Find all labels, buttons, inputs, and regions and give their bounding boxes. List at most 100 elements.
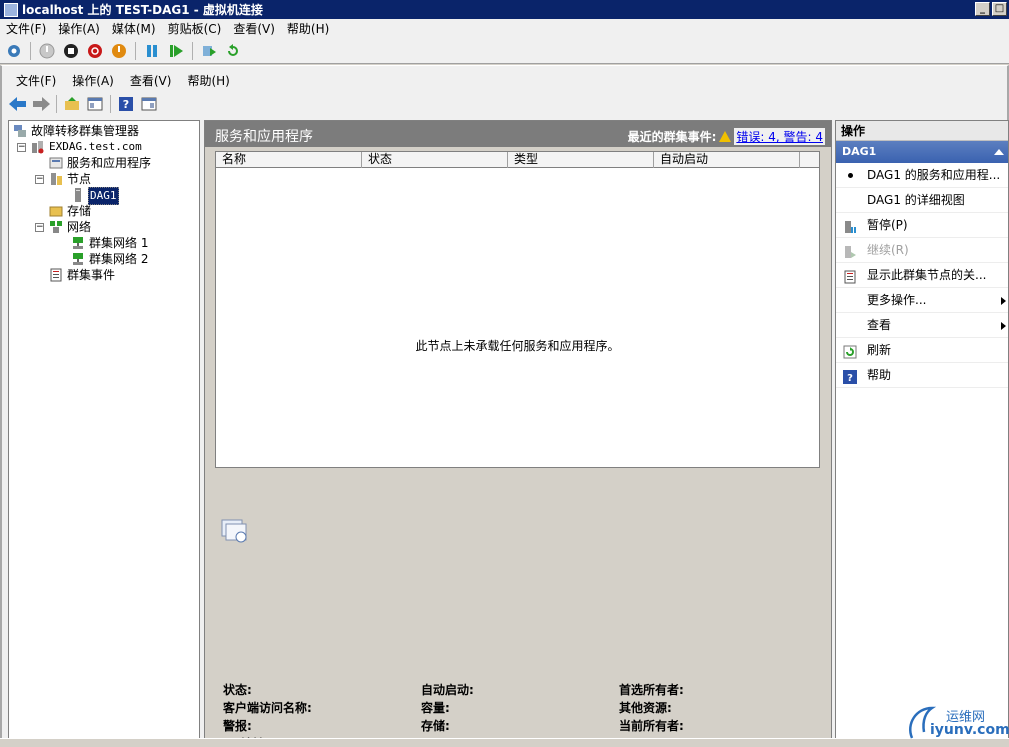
action-refresh[interactable]: 刷新 [836, 338, 1008, 363]
submenu-arrow-icon [1001, 322, 1006, 330]
pause-icon[interactable] [142, 41, 162, 61]
field-client-access-name: 客户端访问名称: [223, 701, 312, 715]
show-hide-action-pane-icon[interactable] [139, 94, 159, 114]
svg-text:?: ? [123, 98, 129, 111]
action-more-actions[interactable]: 更多操作... [836, 288, 1008, 313]
window-title: localhost 上的 TEST-DAG1 - 虚拟机连接 [22, 3, 263, 17]
tree-node-storage[interactable]: 存储 [9, 203, 199, 219]
column-name[interactable]: 名称 [216, 152, 362, 168]
vm-menu-view[interactable]: 查看(V) [227, 20, 281, 37]
actions-group-label: DAG1 [842, 145, 877, 158]
mmc-menu-bar: 文件(F) 操作(A) 查看(V) 帮助(H) [8, 70, 238, 90]
collapse-up-icon[interactable] [994, 149, 1004, 155]
warning-icon [719, 131, 732, 142]
actions-pane: 操作 DAG1 DAG1 的服务和应用程... DAG1 的详细视图 暂停(P)… [835, 120, 1009, 744]
column-auto-start[interactable]: 自动启动 [654, 152, 800, 168]
start-icon[interactable] [37, 41, 57, 61]
mmc-toolbar: ? [8, 93, 159, 115]
action-pause[interactable]: 暂停(P) [836, 213, 1008, 238]
window-title-bar[interactable]: localhost 上的 TEST-DAG1 - 虚拟机连接 _ □ [0, 0, 1009, 19]
tree-label: EXDAG.test.com [49, 140, 142, 153]
results-header: 服务和应用程序 最近的群集事件: 错误: 4, 警告: 4 [205, 121, 831, 147]
vm-menu-help[interactable]: 帮助(H) [281, 20, 335, 37]
action-label: 暂停(P) [867, 218, 908, 232]
watermark-text-2: iyunv.com [930, 722, 1009, 738]
vm-menu-file[interactable]: 文件(F) [0, 20, 52, 37]
action-show-critical-events[interactable]: 显示此群集节点的关... [836, 263, 1008, 288]
save-state-icon[interactable] [109, 41, 129, 61]
status-bar [0, 738, 1009, 747]
action-label: DAG1 的详细视图 [867, 193, 965, 207]
action-label: 继续(R) [867, 243, 909, 257]
vm-toolbar [0, 38, 1009, 64]
network-icon [71, 236, 85, 250]
recent-events-link[interactable]: 错误: 4, 警告: 4 [734, 128, 825, 145]
action-detail-view[interactable]: DAG1 的详细视图 [836, 188, 1008, 213]
field-current-owner: 当前所有者: [619, 719, 684, 733]
tree-node-nodes[interactable]: − 节点 [9, 171, 199, 187]
collapse-icon[interactable]: − [35, 223, 44, 232]
events-icon [843, 268, 857, 284]
list-header: 名称 状态 类型 自动启动 [216, 152, 819, 168]
vm-menu-action[interactable]: 操作(A) [52, 20, 106, 37]
mmc-menu-help[interactable]: 帮助(H) [179, 72, 237, 89]
actions-header: 操作 [836, 121, 1008, 141]
help-icon[interactable]: ? [116, 94, 136, 114]
mmc-menu-action[interactable]: 操作(A) [64, 72, 122, 89]
revert-icon[interactable] [223, 41, 243, 61]
service-details-icon [221, 517, 249, 545]
tree-label: 群集网络 1 [89, 236, 149, 250]
column-type[interactable]: 类型 [508, 152, 654, 168]
tree-node-services[interactable]: 服务和应用程序 [9, 155, 199, 171]
collapse-icon[interactable]: − [17, 143, 26, 152]
mmc-menu-file[interactable]: 文件(F) [8, 72, 64, 89]
events-icon [49, 268, 63, 282]
action-label: 查看 [867, 318, 892, 332]
server-icon [71, 188, 85, 202]
services-list[interactable]: 名称 状态 类型 自动启动 此节点上未承载任何服务和应用程序。 [215, 151, 820, 468]
maximize-button[interactable]: □ [992, 2, 1007, 16]
action-services-and-apps[interactable]: DAG1 的服务和应用程... [836, 163, 1008, 188]
actions-group-dag1[interactable]: DAG1 [836, 141, 1008, 163]
action-label: 更多操作... [867, 293, 927, 307]
turn-off-icon[interactable] [61, 41, 81, 61]
tree-node-root[interactable]: 故障转移群集管理器 [9, 123, 199, 139]
mmc-menu-view[interactable]: 查看(V) [122, 72, 180, 89]
action-help[interactable]: ? 帮助 [836, 363, 1008, 388]
tree-label: 故障转移群集管理器 [31, 124, 140, 138]
console-tree: 故障转移群集管理器 − EXDAG.test.com 服务和应用程序 − 节点 [8, 120, 200, 744]
cluster-manager-icon [13, 124, 27, 138]
field-preferred-owner: 首选所有者: [619, 683, 684, 697]
shutdown-icon[interactable] [85, 41, 105, 61]
tree-node-dag1[interactable]: DAG1 [9, 187, 199, 205]
vm-menu-bar: 文件(F) 操作(A) 媒体(M) 剪贴板(C) 查看(V) 帮助(H) [0, 19, 1009, 38]
tree-label: 群集网络 2 [89, 252, 149, 266]
resume-icon[interactable] [166, 41, 186, 61]
tree-node-network-2[interactable]: 群集网络 2 [9, 251, 199, 267]
up-folder-icon[interactable] [62, 94, 82, 114]
tree-label: 群集事件 [67, 268, 116, 282]
action-resume[interactable]: 继续(R) [836, 238, 1008, 263]
tree-node-network-1[interactable]: 群集网络 1 [9, 235, 199, 251]
refresh-icon [843, 343, 857, 359]
tree-node-networks[interactable]: − 网络 [9, 219, 199, 235]
tree-label: 网络 [67, 220, 92, 234]
vm-menu-clipboard[interactable]: 剪贴板(C) [162, 20, 228, 37]
watermark-logo: 运维网 iyunv.com [904, 700, 1009, 744]
ctrl-alt-del-icon[interactable] [4, 41, 24, 61]
column-status[interactable]: 状态 [362, 152, 508, 168]
action-view[interactable]: 查看 [836, 313, 1008, 338]
minimize-button[interactable]: _ [975, 2, 990, 16]
results-pane: 服务和应用程序 最近的群集事件: 错误: 4, 警告: 4 名称 状态 类型 自… [204, 120, 832, 747]
vm-menu-media[interactable]: 媒体(M) [106, 20, 162, 37]
network-icon [71, 252, 85, 266]
show-hide-tree-icon[interactable] [85, 94, 105, 114]
snapshot-icon[interactable] [199, 41, 219, 61]
tree-node-events[interactable]: 群集事件 [9, 267, 199, 283]
page-title: 服务和应用程序 [215, 129, 313, 145]
back-arrow-icon[interactable] [8, 94, 28, 114]
tree-node-cluster[interactable]: − EXDAG.test.com [9, 139, 199, 155]
forward-arrow-icon[interactable] [31, 94, 51, 114]
submenu-arrow-icon [1001, 297, 1006, 305]
collapse-icon[interactable]: − [35, 175, 44, 184]
